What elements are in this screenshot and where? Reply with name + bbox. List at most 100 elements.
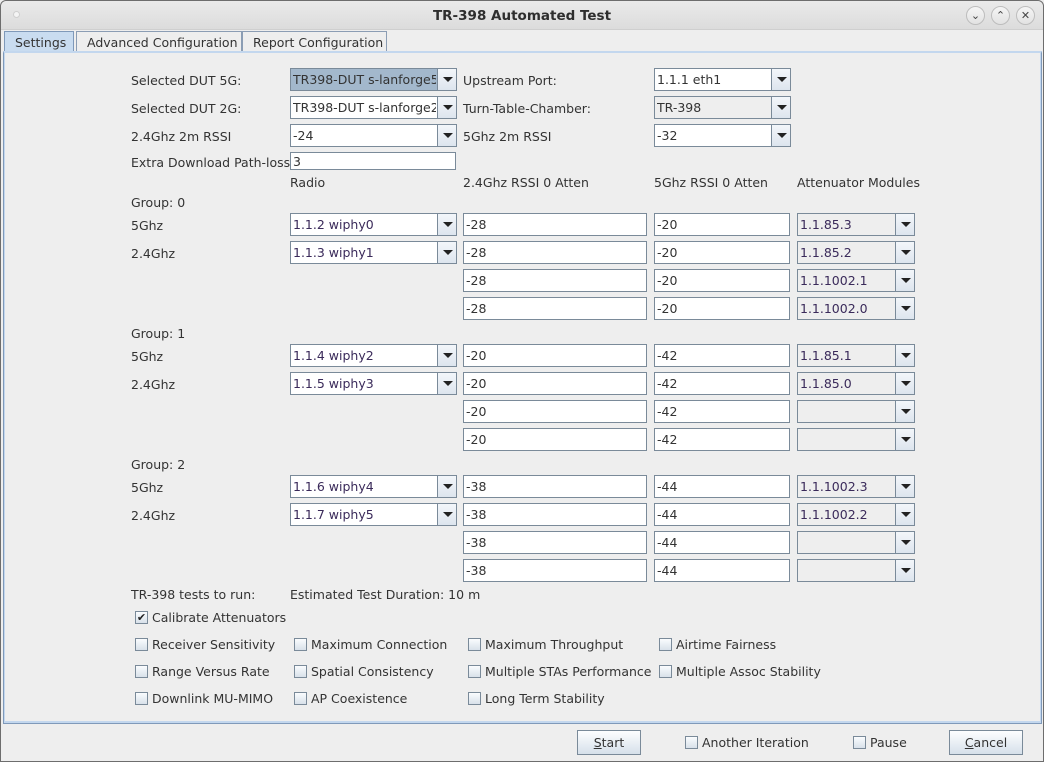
attenuator-select[interactable]: 1.1.85.3	[797, 213, 915, 236]
chevron-down-icon[interactable]	[771, 125, 790, 146]
rssi-24-input[interactable]: -28	[463, 213, 647, 236]
attenuator-select[interactable]	[797, 428, 915, 451]
checkbox-box[interactable]	[135, 665, 148, 678]
band-label: 2.4Ghz	[131, 377, 176, 392]
chevron-down-icon[interactable]	[437, 476, 456, 497]
attenuator-select[interactable]	[797, 400, 915, 423]
checkbox-box[interactable]	[685, 736, 698, 749]
chevron-down-icon[interactable]	[895, 345, 914, 366]
dut-2g-select[interactable]: TR398-DUT s-lanforge2	[290, 96, 457, 119]
rssi-5-input[interactable]: -44	[654, 475, 790, 498]
rssi-5-input[interactable]: -20	[654, 213, 790, 236]
close-button[interactable]: ✕	[1016, 6, 1035, 25]
radio-select[interactable]: 1.1.2 wiphy0	[290, 213, 457, 236]
tab-report-configuration[interactable]: Report Configuration	[242, 31, 387, 52]
rssi-24-input[interactable]: -38	[463, 475, 647, 498]
rssi-5-input[interactable]: -20	[654, 269, 790, 292]
checkbox-box[interactable]	[468, 665, 481, 678]
chamber-value: TR-398	[657, 100, 702, 115]
chevron-down-icon[interactable]	[771, 69, 790, 90]
rssi-24-input[interactable]: -28	[463, 241, 647, 264]
chevron-down-icon[interactable]	[437, 373, 456, 394]
attenuator-select[interactable]: 1.1.1002.0	[797, 297, 915, 320]
rssi-5-input[interactable]: -44	[654, 559, 790, 582]
chevron-down-icon[interactable]	[895, 504, 914, 525]
checkbox-box[interactable]	[294, 692, 307, 705]
chevron-down-icon[interactable]	[437, 345, 456, 366]
checkbox-box[interactable]	[294, 665, 307, 678]
cancel-mnemonic: C	[964, 735, 974, 750]
chevron-down-icon[interactable]	[895, 429, 914, 450]
checkbox-box[interactable]	[135, 692, 148, 705]
chevron-down-icon[interactable]	[895, 373, 914, 394]
chevron-down-icon[interactable]	[895, 242, 914, 263]
checkbox-box[interactable]	[468, 638, 481, 651]
rssi-5-input[interactable]: -44	[654, 503, 790, 526]
chevron-down-icon[interactable]	[895, 214, 914, 235]
chevron-down-icon[interactable]	[437, 504, 456, 525]
rssi-24-select[interactable]: -24	[290, 124, 457, 147]
checkbox-box[interactable]	[659, 665, 672, 678]
radio-select[interactable]: 1.1.7 wiphy5	[290, 503, 457, 526]
tab-settings[interactable]: Settings	[4, 31, 74, 52]
rssi-5-input[interactable]: -42	[654, 344, 790, 367]
checkbox-box[interactable]: ✔	[135, 611, 148, 624]
dut-5g-select[interactable]: TR398-DUT s-lanforge5	[290, 68, 457, 91]
rssi-24-input[interactable]: -28	[463, 297, 647, 320]
rssi-24-input[interactable]: -38	[463, 503, 647, 526]
cancel-label: ancel	[973, 735, 1008, 750]
rssi-5-input[interactable]: -20	[654, 241, 790, 264]
start-button[interactable]: Start	[577, 730, 641, 755]
chevron-down-icon[interactable]	[437, 242, 456, 263]
checkbox-box[interactable]	[468, 692, 481, 705]
rssi-24-input[interactable]: -20	[463, 344, 647, 367]
radio-select[interactable]: 1.1.6 wiphy4	[290, 475, 457, 498]
chevron-down-icon[interactable]	[771, 97, 790, 118]
attenuator-select[interactable]: 1.1.85.1	[797, 344, 915, 367]
radio-select[interactable]: 1.1.4 wiphy2	[290, 344, 457, 367]
chamber-select[interactable]: TR-398	[654, 96, 791, 119]
checkbox-box[interactable]	[135, 638, 148, 651]
rssi-24-input[interactable]: -28	[463, 269, 647, 292]
chevron-down-icon[interactable]	[437, 97, 456, 118]
chevron-down-icon[interactable]	[437, 125, 456, 146]
rssi-5-input[interactable]: -42	[654, 400, 790, 423]
chevron-down-icon[interactable]	[437, 214, 456, 235]
checkbox-box[interactable]	[853, 736, 866, 749]
rssi-5-input[interactable]: -44	[654, 531, 790, 554]
rssi-24-input[interactable]: -20	[463, 400, 647, 423]
rssi-5-select[interactable]: -32	[654, 124, 791, 147]
radio-select[interactable]: 1.1.3 wiphy1	[290, 241, 457, 264]
pathloss-input[interactable]: 3	[290, 152, 456, 170]
rssi-24-input[interactable]: -20	[463, 372, 647, 395]
chevron-down-icon[interactable]	[895, 532, 914, 553]
tab-advanced-configuration[interactable]: Advanced Configuration	[76, 31, 242, 52]
chevron-down-icon[interactable]	[895, 560, 914, 581]
rssi-24-input[interactable]: -38	[463, 559, 647, 582]
chevron-down-icon[interactable]	[895, 270, 914, 291]
attenuator-select[interactable]	[797, 531, 915, 554]
radio-select[interactable]: 1.1.5 wiphy3	[290, 372, 457, 395]
cancel-button[interactable]: Cancel	[949, 730, 1023, 755]
checkbox-box[interactable]	[659, 638, 672, 651]
rssi-5-input[interactable]: -20	[654, 297, 790, 320]
attenuator-select[interactable]	[797, 559, 915, 582]
checkbox-box[interactable]	[294, 638, 307, 651]
upstream-port-select[interactable]: 1.1.1 eth1	[654, 68, 791, 91]
minimize-button[interactable]: ⌄	[966, 6, 985, 25]
rssi-5-input[interactable]: -42	[654, 428, 790, 451]
checkbox-label: Range Versus Rate	[152, 664, 270, 679]
attenuator-select[interactable]: 1.1.1002.3	[797, 475, 915, 498]
rssi-24-input[interactable]: -38	[463, 531, 647, 554]
rssi-5-input[interactable]: -42	[654, 372, 790, 395]
chevron-down-icon[interactable]	[437, 69, 456, 90]
attenuator-select[interactable]: 1.1.1002.2	[797, 503, 915, 526]
chevron-down-icon[interactable]	[895, 401, 914, 422]
attenuator-select[interactable]: 1.1.85.0	[797, 372, 915, 395]
attenuator-select[interactable]: 1.1.85.2	[797, 241, 915, 264]
maximize-button[interactable]: ⌃	[991, 6, 1010, 25]
attenuator-select[interactable]: 1.1.1002.1	[797, 269, 915, 292]
chevron-down-icon[interactable]	[895, 298, 914, 319]
rssi-24-input[interactable]: -20	[463, 428, 647, 451]
chevron-down-icon[interactable]	[895, 476, 914, 497]
